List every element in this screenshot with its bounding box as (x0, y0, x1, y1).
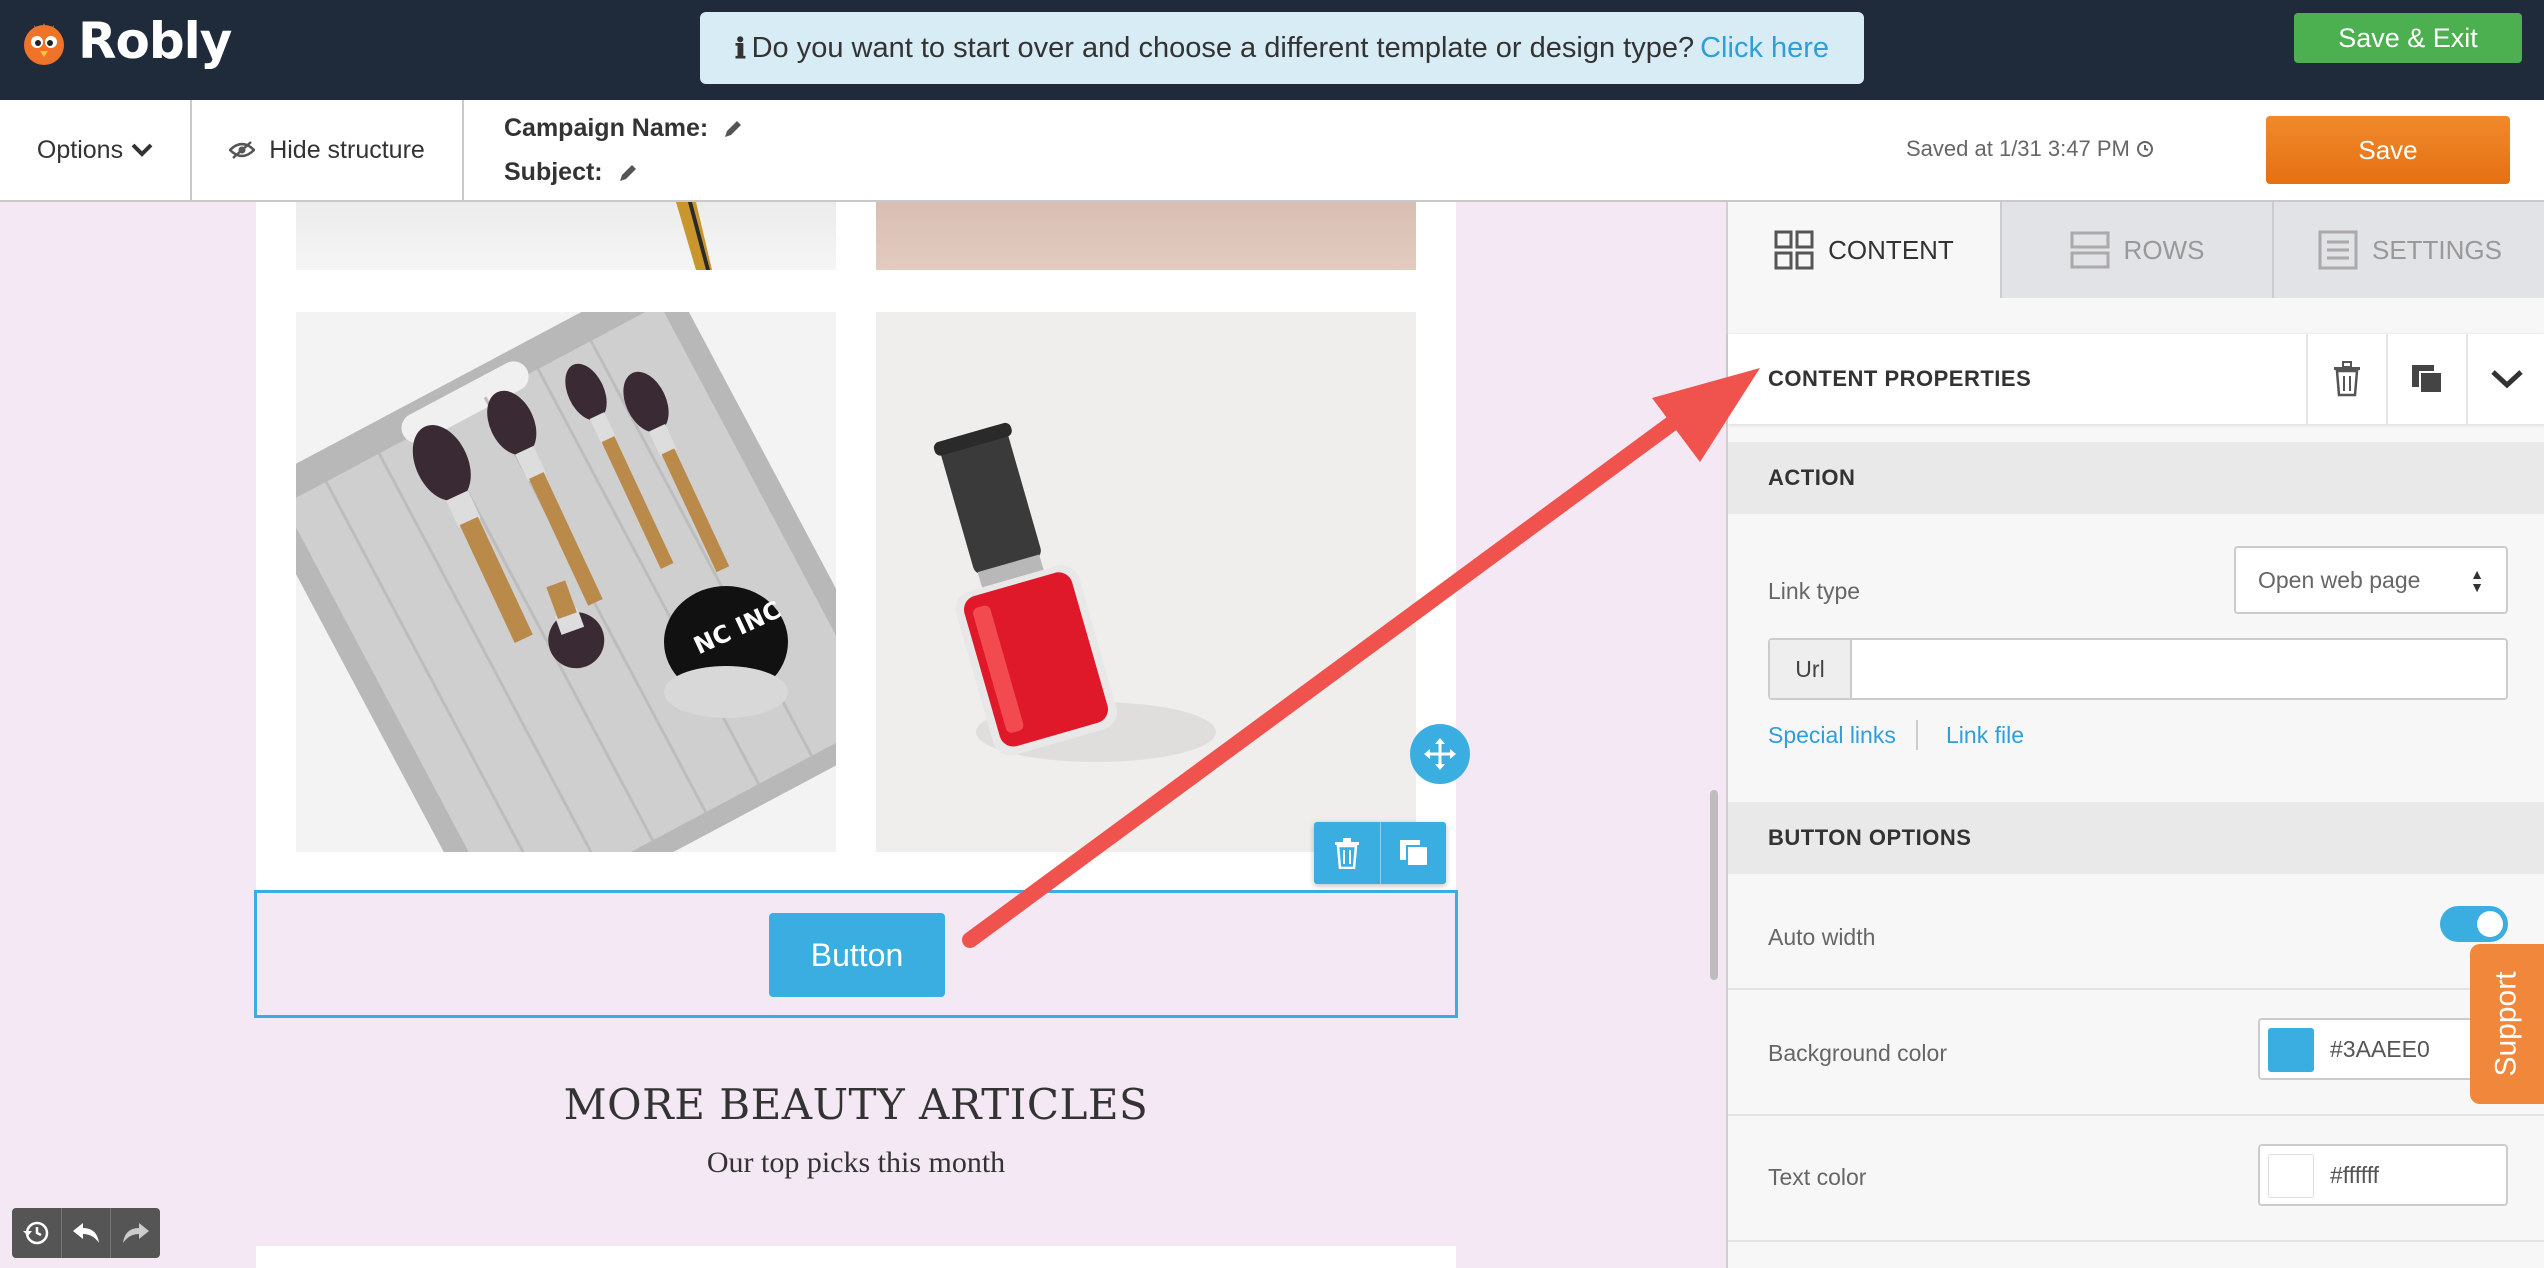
tab-content[interactable]: CONTENT (1728, 202, 2002, 298)
background-color-value: #3AAEE0 (2330, 1036, 2430, 1062)
select-arrows-icon: ▲ ▼ (2470, 566, 2484, 595)
options-menu[interactable]: Options (0, 100, 192, 200)
button-options-section-header: BUTTON OPTIONS (1728, 802, 2544, 874)
tab-settings[interactable]: SETTINGS (2274, 202, 2544, 298)
save-and-exit-button[interactable]: Save & Exit (2294, 13, 2522, 63)
tab-settings-label: SETTINGS (2371, 234, 2502, 265)
tab-rows[interactable]: ROWS (2002, 202, 2274, 298)
top-bar: Robly ℹ Do you want to start over and ch… (0, 0, 2544, 100)
panel-tabs: CONTENT ROWS SETTINGS (1728, 202, 2544, 298)
campaign-name-field[interactable]: Campaign Name: (504, 114, 744, 143)
delete-row-button[interactable] (1314, 822, 1380, 884)
redo-button[interactable] (110, 1208, 160, 1258)
url-prefix-label: Url (1770, 640, 1852, 698)
pencil-icon[interactable] (617, 162, 639, 184)
duplicate-content-button[interactable] (2386, 334, 2466, 424)
url-input[interactable] (1854, 640, 2504, 698)
info-icon: ℹ (734, 31, 746, 65)
chevron-down-icon (2491, 370, 2523, 389)
start-over-notice: ℹ Do you want to start over and choose a… (700, 12, 1864, 84)
link-type-label: Link type (1768, 578, 1861, 604)
pencil-icon[interactable] (722, 118, 744, 140)
undo-button[interactable] (60, 1208, 111, 1258)
subject-field[interactable]: Subject: (504, 158, 639, 187)
click-here-link[interactable]: Click here (1700, 32, 1829, 65)
duplicate-row-button[interactable] (1380, 822, 1446, 884)
text-color-field[interactable]: #ffffff (2258, 1144, 2508, 1206)
saved-status-text: Saved at 1/31 3:47 PM (1906, 136, 2130, 161)
redo-icon (122, 1223, 149, 1243)
trash-icon (2334, 361, 2360, 397)
link-file-link[interactable]: Link file (1946, 722, 2024, 749)
text-color-label: Text color (1768, 1164, 1867, 1190)
hide-structure-label: Hide structure (269, 135, 425, 164)
cosmetic-brush-image[interactable] (296, 202, 836, 270)
save-button[interactable]: Save (2266, 116, 2510, 184)
app-name: Robly (78, 12, 232, 70)
text-color-value: #ffffff (2330, 1162, 2380, 1188)
clock-icon (2136, 141, 2153, 157)
email-content-block[interactable]: NC INC (256, 202, 1456, 892)
history-icon (23, 1221, 49, 1245)
rows-icon (2070, 231, 2110, 269)
chevron-down-icon (131, 143, 153, 157)
tab-content-label: CONTENT (1828, 234, 1954, 265)
text-color-swatch[interactable] (2268, 1154, 2314, 1198)
options-label: Options (36, 135, 124, 164)
content-properties-title: CONTENT PROPERTIES (1768, 366, 2032, 391)
tab-rows-label: ROWS (2123, 234, 2205, 265)
subject-label: Subject: (504, 158, 603, 186)
collapse-properties-button[interactable] (2466, 334, 2544, 424)
action-section-header: ACTION (1728, 442, 2544, 514)
saved-status: Saved at 1/31 3:47 PM (1906, 136, 2154, 162)
delete-content-button[interactable] (2306, 334, 2386, 424)
duplicate-icon (1399, 840, 1429, 867)
hide-structure-button[interactable]: Hide structure (192, 100, 464, 200)
duplicate-icon (2412, 365, 2443, 394)
history-controls (12, 1208, 160, 1258)
url-field: Url (1768, 638, 2508, 700)
editor-toolbar: Options Hide structure Campaign Name: Su… (0, 100, 2544, 202)
face-closeup-image[interactable] (876, 202, 1416, 270)
eye-slash-icon (229, 141, 256, 159)
special-links-link[interactable]: Special links (1768, 722, 1896, 749)
robly-bird-icon (20, 15, 68, 67)
link-type-value: Open web page (2258, 566, 2421, 593)
properties-panel: CONTENT ROWS SETTINGS CONTENT PROPERTIES… (1726, 202, 2544, 1268)
settings-list-icon (2318, 230, 2358, 270)
row-action-toolbar (1314, 822, 1446, 884)
move-icon[interactable] (1410, 724, 1470, 784)
email-cta-button[interactable]: Button (769, 913, 945, 997)
selected-button-row[interactable]: Button (254, 890, 1458, 1018)
support-tab[interactable]: Support (2470, 944, 2544, 1104)
makeup-brushes-image[interactable]: NC INC (296, 312, 836, 852)
content-properties-header: CONTENT PROPERTIES (1728, 334, 2544, 424)
history-button[interactable] (12, 1208, 61, 1258)
auto-width-toggle[interactable] (2440, 906, 2508, 942)
notice-text: Do you want to start over and choose a d… (751, 31, 1695, 64)
next-content-block[interactable] (256, 1246, 1456, 1268)
robly-logo[interactable]: Robly (20, 12, 232, 70)
auto-width-label: Auto width (1768, 924, 1876, 950)
background-color-swatch[interactable] (2268, 1028, 2314, 1072)
link-divider (1916, 720, 1918, 750)
campaign-name-label: Campaign Name: (504, 114, 709, 142)
more-articles-heading[interactable]: MORE BEAUTY ARTICLES (16, 1080, 1696, 1129)
canvas-scrollbar[interactable] (1710, 790, 1718, 980)
more-articles-subtitle[interactable]: Our top picks this month (16, 1146, 1696, 1180)
undo-icon (73, 1223, 99, 1243)
background-color-label: Background color (1768, 1040, 1947, 1066)
grid-icon (1774, 230, 1814, 270)
link-type-select[interactable]: Open web page ▲ ▼ (2234, 546, 2508, 614)
nail-polish-image[interactable] (876, 312, 1416, 852)
support-label: Support (2490, 971, 2524, 1077)
trash-icon (1335, 838, 1359, 869)
